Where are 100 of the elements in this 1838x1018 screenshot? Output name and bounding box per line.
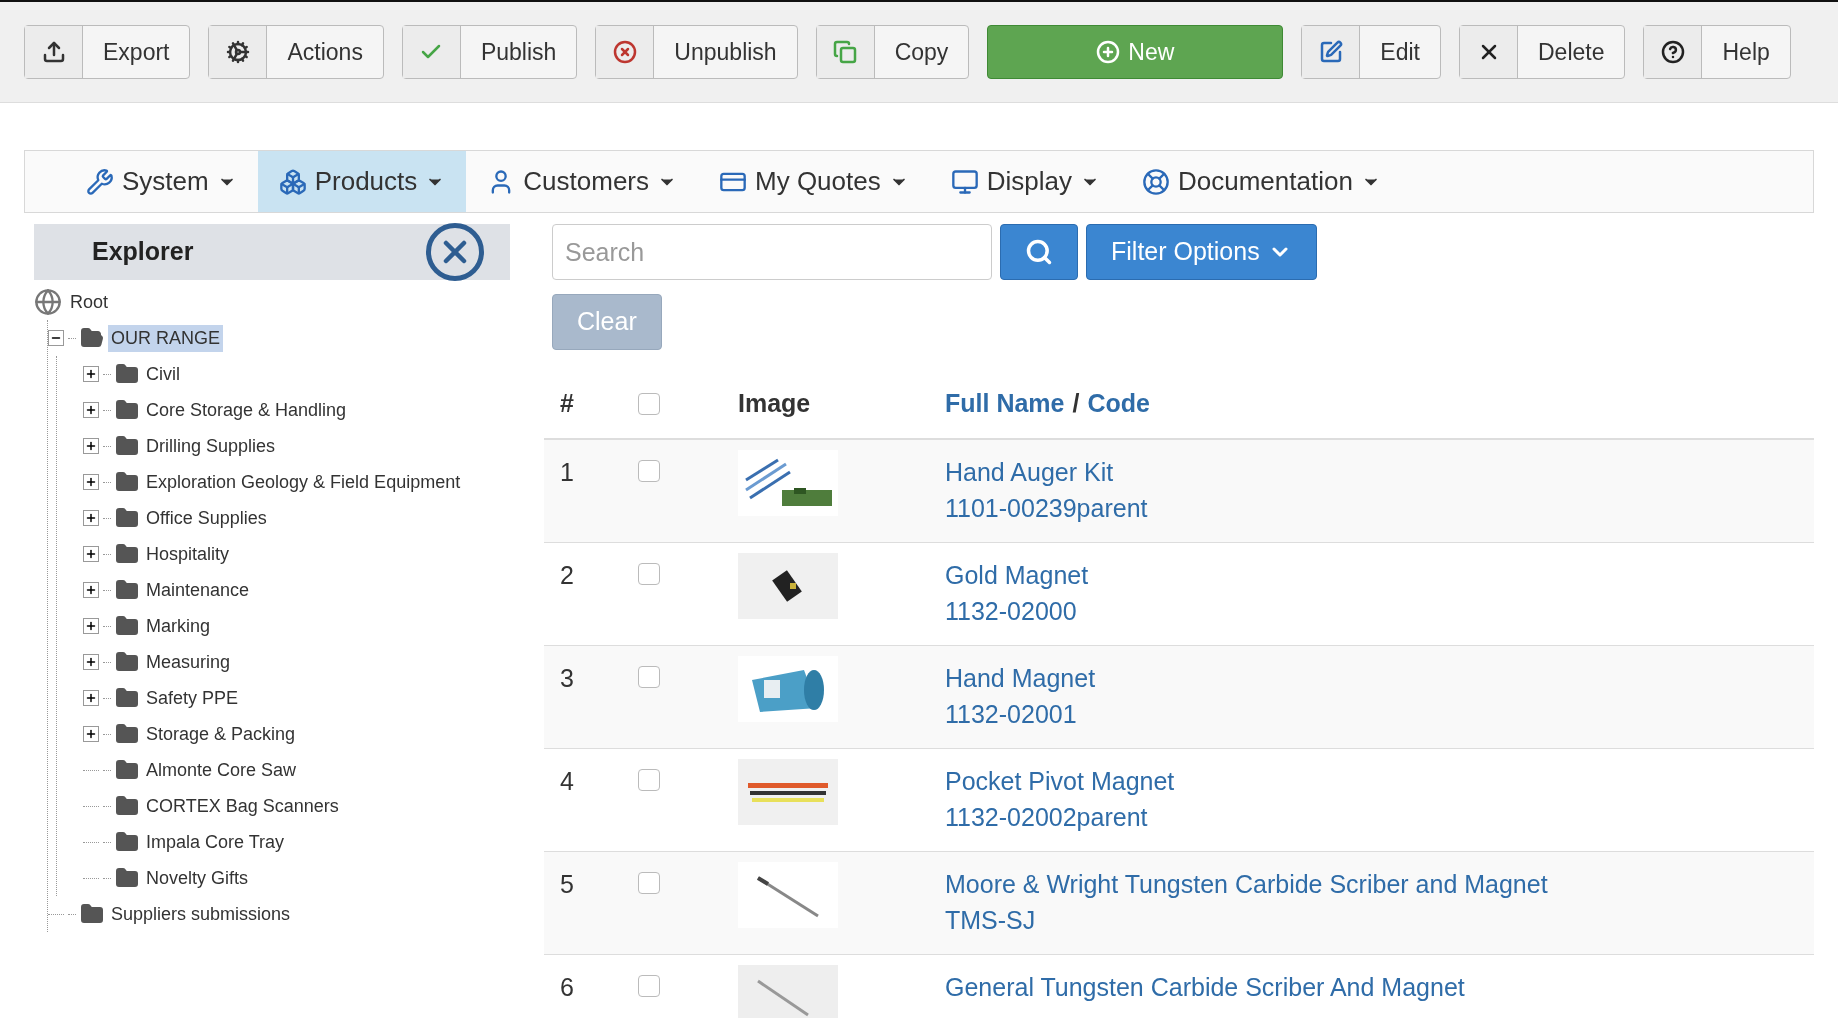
folder-icon — [115, 506, 139, 530]
tree-item[interactable]: Safety PPE — [143, 684, 242, 712]
collapse-icon[interactable] — [48, 330, 64, 346]
folder-icon — [115, 434, 139, 458]
column-header[interactable]: Full Name — [945, 385, 1065, 423]
search-button[interactable] — [1000, 224, 1078, 280]
folder-icon — [115, 866, 139, 890]
folder-icon — [115, 614, 139, 638]
menu-item[interactable]: Customers — [466, 151, 698, 212]
table-cell-text: 1 — [559, 457, 575, 488]
table-cell-text: 6 — [559, 972, 575, 1003]
product-name-link[interactable]: General Tungsten Carbide Scriber And Magnet — [945, 969, 1465, 1005]
table-cell-text: 4 — [559, 766, 575, 797]
tree-item[interactable]: Maintenance — [143, 576, 253, 604]
folder-icon — [80, 902, 104, 926]
folder-icon — [115, 398, 139, 422]
toolbar-button[interactable]: Export — [24, 25, 191, 79]
menu-item[interactable]: My Quotes — [698, 151, 930, 212]
tree-item[interactable]: Office Supplies — [143, 504, 270, 532]
product-code-link[interactable]: 1132-02000 — [945, 593, 1089, 629]
tree-item[interactable]: Marking — [143, 612, 214, 640]
tree-item[interactable]: OUR RANGE — [108, 324, 223, 352]
tree-item[interactable]: Impala Core Tray — [143, 828, 288, 856]
folder-icon — [115, 578, 139, 602]
product-name-link[interactable]: Moore & Wright Tungsten Carbide Scriber and Magnet — [945, 866, 1548, 902]
folder-icon — [80, 326, 104, 350]
folder-icon — [115, 830, 139, 854]
product-name-link[interactable]: Hand Magnet — [945, 660, 1096, 696]
edit-icon — [1318, 40, 1343, 64]
table-cell-text: 3 — [559, 663, 575, 694]
expand-icon[interactable] — [83, 546, 99, 562]
checkbox[interactable] — [638, 393, 660, 415]
checkbox[interactable] — [638, 975, 660, 997]
checkbox[interactable] — [638, 460, 660, 482]
expand-icon[interactable] — [83, 510, 99, 526]
tree-item[interactable]: Hospitality — [143, 540, 233, 568]
product-name-link[interactable]: Pocket Pivot Magnet — [945, 763, 1175, 799]
explorer-title: Explorer — [92, 236, 194, 268]
toolbar-button[interactable]: Publish — [401, 25, 578, 79]
checkbox[interactable] — [638, 769, 660, 791]
plus-circle-icon — [1096, 40, 1121, 64]
globe-icon — [34, 288, 62, 316]
tree-item[interactable]: Exploration Geology & Field Equipment — [143, 468, 464, 496]
column-header: # — [559, 388, 575, 420]
tree-item[interactable]: Storage & Packing — [143, 720, 299, 748]
product-name-link[interactable]: Gold Magnet — [945, 557, 1089, 593]
gears-icon — [226, 40, 250, 64]
checkbox[interactable] — [638, 666, 660, 688]
filter-options-button[interactable]: Filter Options — [1086, 224, 1317, 280]
toolbar-button[interactable]: Actions — [208, 25, 384, 79]
tree-item[interactable]: CORTEX Bag Scanners — [143, 792, 342, 820]
expand-icon[interactable] — [83, 474, 99, 490]
tree-item[interactable]: Root — [70, 288, 109, 316]
toolbar-button[interactable]: Help — [1643, 25, 1791, 79]
tree-item[interactable]: Civil — [143, 360, 183, 388]
monitor-icon — [950, 167, 979, 196]
expand-icon[interactable] — [83, 366, 99, 382]
toolbar-button[interactable]: Copy — [815, 25, 970, 79]
folder-icon — [115, 470, 139, 494]
close-button[interactable] — [426, 223, 484, 281]
expand-icon[interactable] — [83, 438, 99, 454]
product-code-link[interactable]: TMS-SJ — [945, 902, 1548, 938]
product-code-link[interactable]: 1132-02002parent — [945, 799, 1175, 835]
column-header: Image — [738, 388, 812, 420]
folder-icon — [115, 686, 139, 710]
expand-icon[interactable] — [83, 618, 99, 634]
toolbar-button[interactable]: Edit — [1301, 25, 1441, 79]
x-circle-icon — [612, 40, 637, 64]
copy-icon — [833, 40, 858, 64]
checkbox[interactable] — [638, 563, 660, 585]
folder-icon — [115, 758, 139, 782]
menu-item[interactable]: Display — [929, 151, 1121, 212]
expand-icon[interactable] — [83, 726, 99, 742]
product-code-link[interactable]: 1132-02001 — [945, 696, 1096, 732]
tree-item[interactable]: Novelty Gifts — [143, 864, 252, 892]
boxes-icon — [278, 167, 307, 196]
menu-item[interactable]: Products — [257, 151, 467, 212]
tree-item[interactable]: Core Storage & Handling — [143, 396, 350, 424]
folder-icon — [115, 650, 139, 674]
product-code-link[interactable]: 1101-00239parent — [945, 490, 1148, 526]
toolbar-button[interactable]: Unpublish — [595, 25, 798, 79]
expand-icon[interactable] — [83, 582, 99, 598]
search-icon — [1025, 238, 1053, 266]
expand-icon[interactable] — [83, 654, 99, 670]
toolbar-button[interactable]: Delete — [1459, 25, 1626, 79]
expand-icon[interactable] — [83, 690, 99, 706]
product-name-link[interactable]: Hand Auger Kit — [945, 454, 1148, 490]
tree-item[interactable]: Drilling Supplies — [143, 432, 279, 460]
folder-icon — [115, 542, 139, 566]
column-header[interactable]: Code — [1087, 385, 1150, 423]
tree-item[interactable]: Suppliers submissions — [108, 900, 294, 928]
tree-item[interactable]: Almonte Core Saw — [143, 756, 300, 784]
search-field[interactable]: Search — [552, 224, 992, 280]
checkbox[interactable] — [638, 872, 660, 894]
folder-icon — [115, 722, 139, 746]
expand-icon[interactable] — [83, 402, 99, 418]
tree-item[interactable]: Measuring — [143, 648, 234, 676]
menu-item[interactable]: System — [65, 151, 258, 212]
upload-icon — [41, 40, 66, 64]
menu-item[interactable]: Documentation — [1120, 151, 1402, 212]
